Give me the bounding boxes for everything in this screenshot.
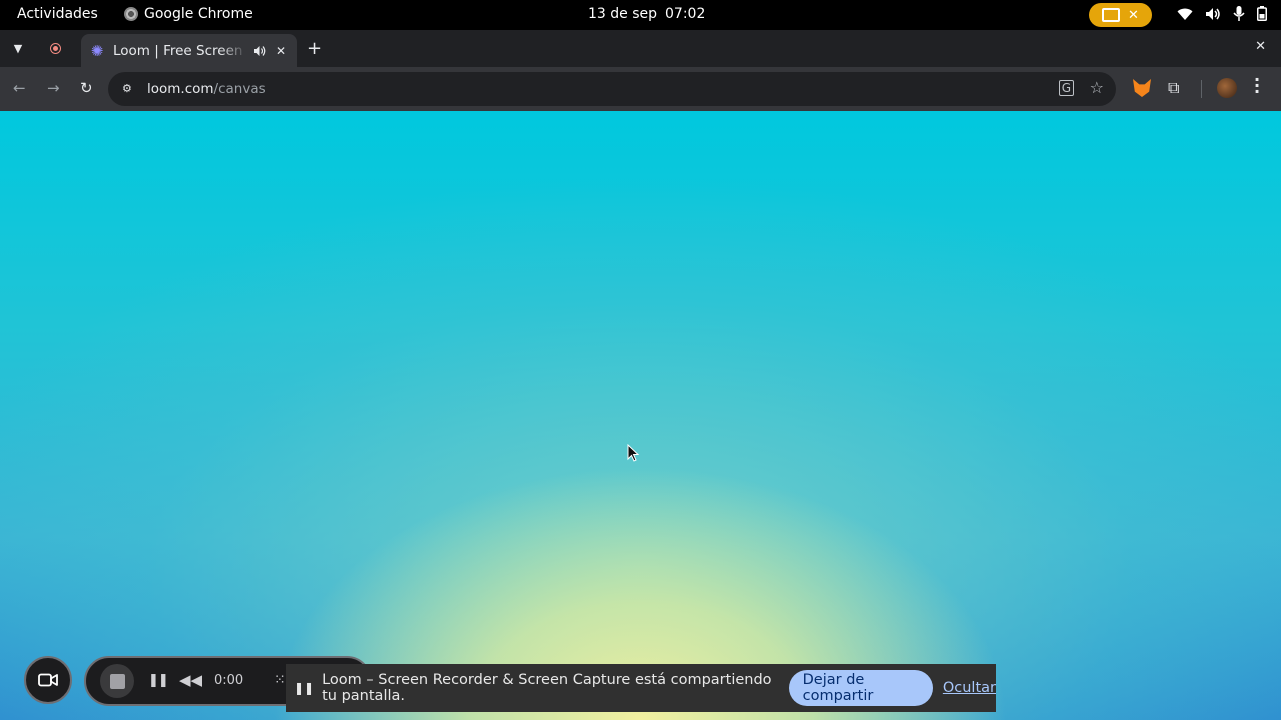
sharing-pause-icon: ❚❚ [294,681,315,695]
loom-canvas [0,111,1281,720]
screen-share-icon [1102,8,1121,22]
metamask-icon[interactable] [1133,79,1151,97]
camera-toggle-button[interactable] [24,656,72,704]
activities-button[interactable]: Actividades [17,6,98,22]
bookmark-star-icon[interactable]: ☆ [1090,78,1104,97]
hide-banner-link[interactable]: Ocultar [943,680,996,696]
reload-icon[interactable]: ↻ [80,79,93,97]
stop-share-close-icon[interactable]: ✕ [1128,8,1139,23]
screen-share-banner: ❚❚ Loom – Screen Recorder & Screen Captu… [286,664,996,712]
recording-indicator-icon [50,43,61,54]
microphone-icon [1233,6,1245,21]
screen-share-indicator[interactable]: ✕ [1089,3,1152,27]
chrome-icon [124,7,138,21]
tab-loom[interactable]: ✺ Loom | Free Screen & Video Recording S… [81,34,297,67]
system-status-area[interactable] [1177,6,1267,21]
volume-icon [1206,7,1220,20]
translate-icon[interactable]: G [1058,80,1074,96]
site-info-icon[interactable]: ⚙ [122,82,136,96]
camera-icon [38,673,58,687]
clock[interactable]: 13 de sep 07:02 [588,6,705,22]
recording-timer: 0:00 [214,673,244,688]
app-name: Google Chrome [144,6,253,22]
url-domain: loom.com [147,81,214,97]
back-icon[interactable]: ← [13,79,26,97]
clock-date: 13 de sep [588,6,658,22]
stop-button[interactable] [100,664,134,698]
browser-toolbar: ← → ↻ ⚙ loom.com/canvas G ☆ ⧉ · · · [0,67,1281,111]
profile-avatar[interactable] [1217,78,1237,98]
stop-sharing-button[interactable]: Dejar de compartir [788,670,933,706]
address-bar[interactable]: ⚙ loom.com/canvas G ☆ [108,72,1116,106]
new-tab-plus-icon[interactable]: + [307,38,322,59]
audio-playing-icon[interactable] [253,45,266,57]
tab-close-icon[interactable]: ✕ [276,44,286,58]
tab-search-chevron-down-icon[interactable]: ▼ [6,36,30,60]
forward-icon[interactable]: → [47,79,60,97]
tab-title: Loom | Free Screen & Video Recording Sof… [113,42,247,59]
tab-strip: ▼ ✺ Loom | Free Screen & Video Recording… [0,30,1281,67]
share-message: Loom – Screen Recorder & Screen Capture … [322,672,772,704]
system-top-bar: Actividades Google Chrome 13 de sep 07:0… [0,0,1281,30]
url-text[interactable]: loom.com/canvas [147,81,266,97]
wifi-icon [1177,8,1193,20]
menu-icon[interactable]: · · · [1254,72,1260,100]
extensions-icon[interactable]: ⧉ [1168,78,1179,98]
clock-time: 07:02 [665,6,706,22]
toolbar-divider [1201,80,1202,98]
battery-icon [1257,6,1267,21]
drawing-tools-button[interactable]: ⁙ [274,672,286,688]
loom-icon: ✺ [90,41,104,60]
pause-button[interactable]: ❚❚ [148,673,169,688]
window-close-icon[interactable]: ✕ [1255,39,1266,54]
app-menu[interactable]: Google Chrome [124,6,253,22]
url-path: /canvas [213,81,266,97]
mouse-cursor-icon [627,444,639,462]
rewind-button[interactable]: ◀◀ [179,671,202,689]
